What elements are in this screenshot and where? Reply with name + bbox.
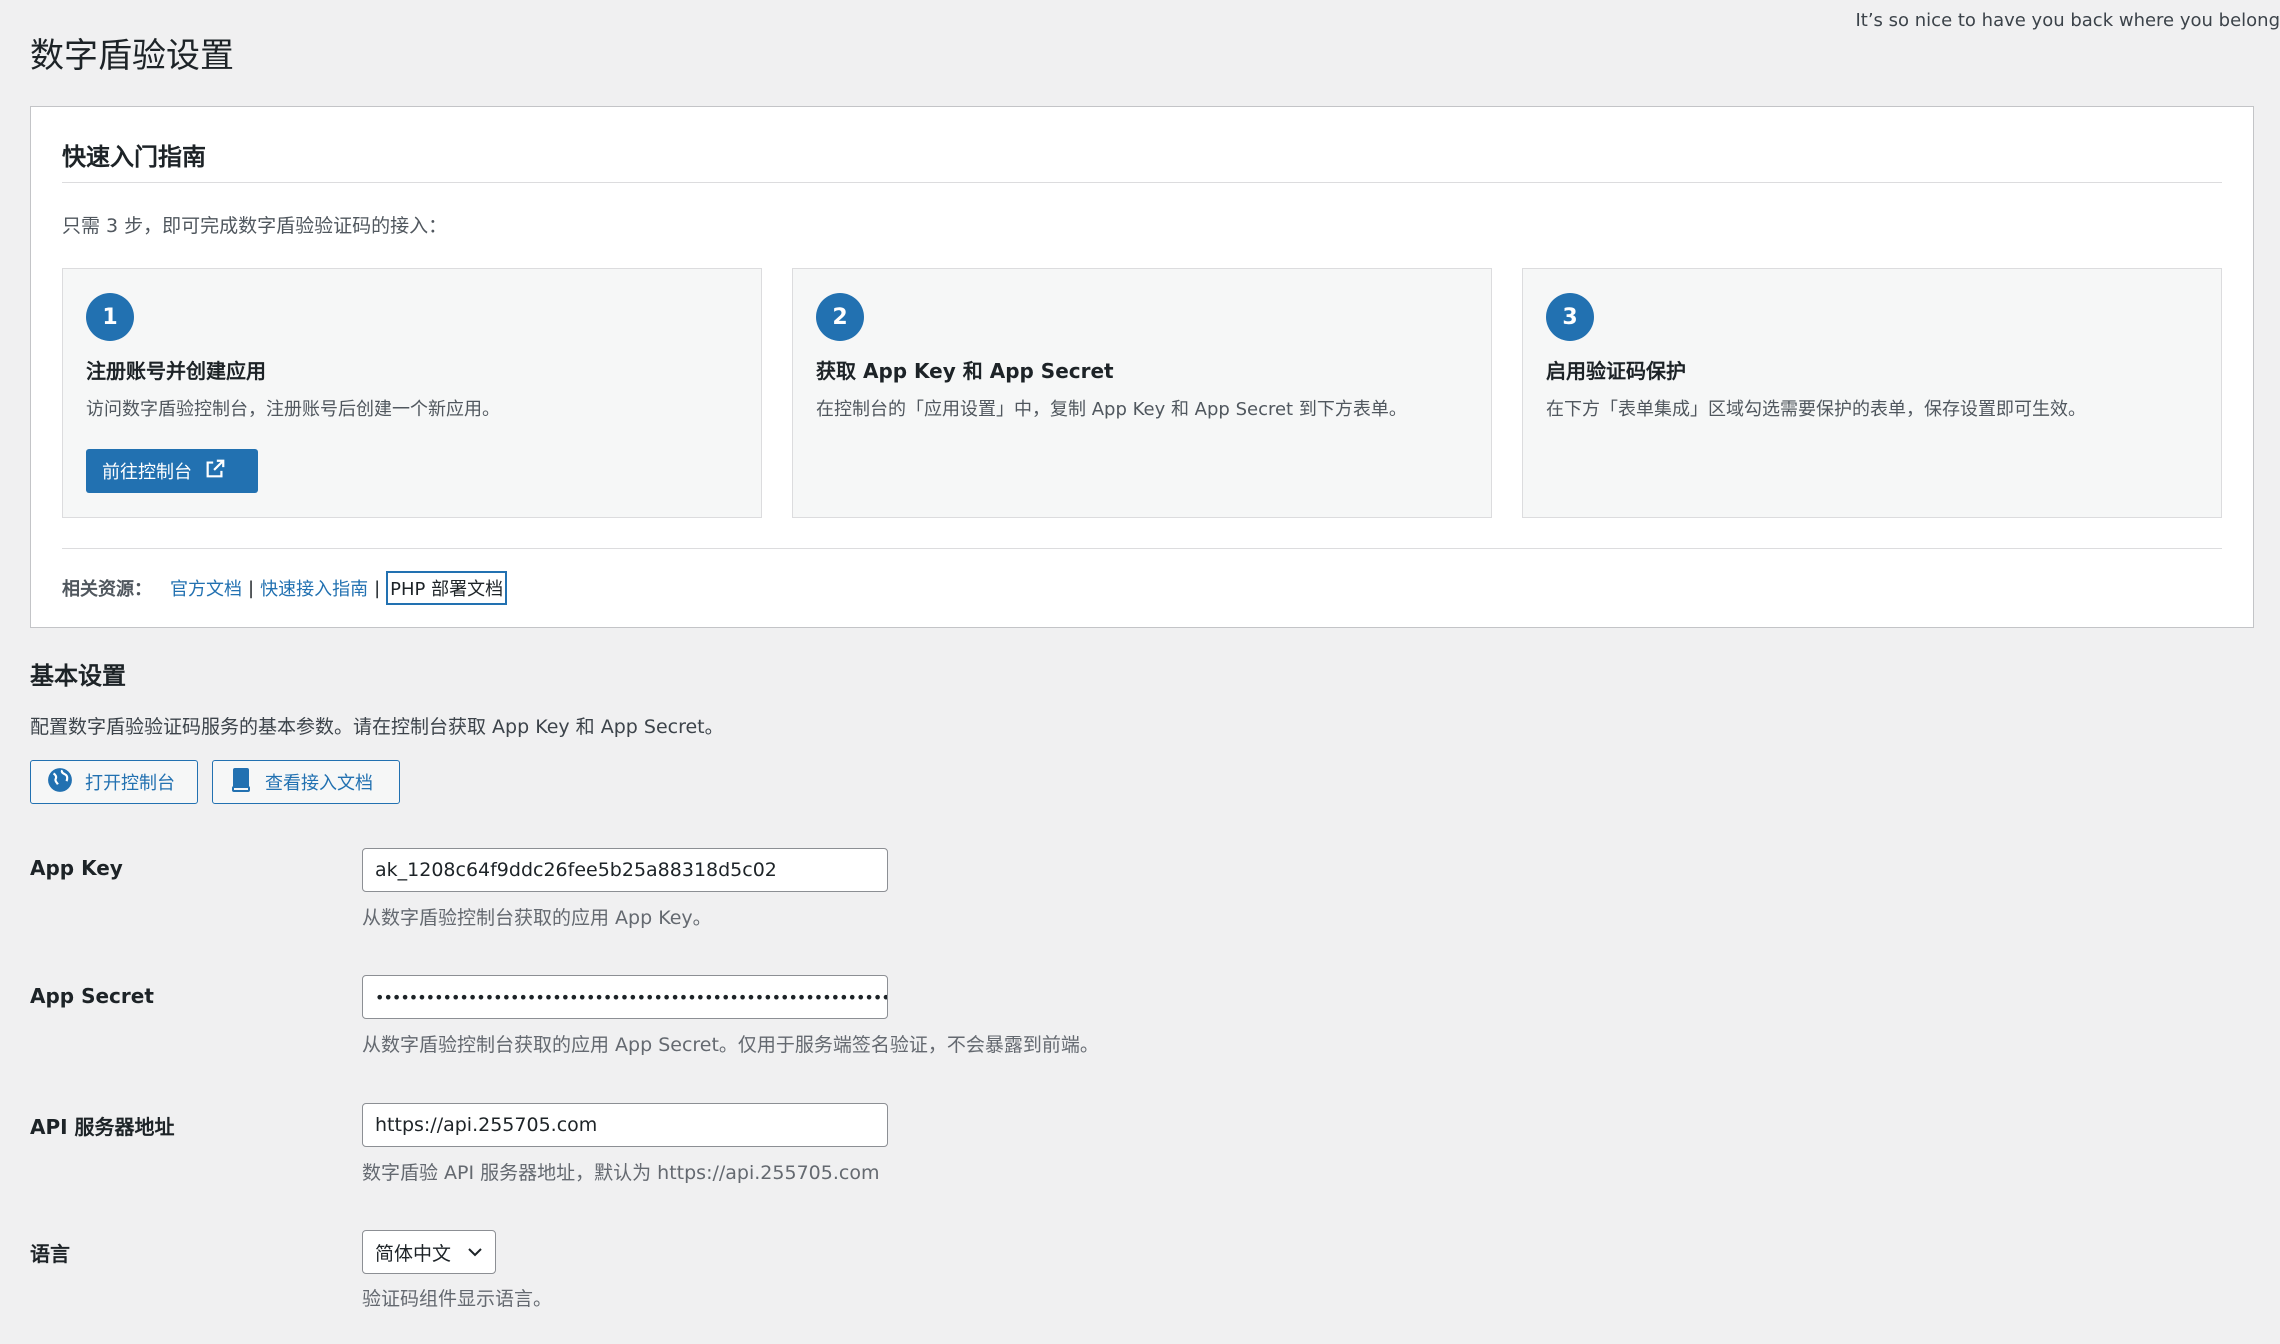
step-card-2: 2 获取 App Key 和 App Secret 在控制台的「应用设置」中，复… <box>792 268 1492 518</box>
chevron-down-icon <box>467 1241 483 1263</box>
api-server-help: 数字盾验 API 服务器地址，默认为 https://api.255705.co… <box>362 1162 880 1184</box>
basic-settings-description: 配置数字盾验验证码服务的基本参数。请在控制台获取 App Key 和 App S… <box>30 716 724 738</box>
step-card-3: 3 启用验证码保护 在下方「表单集成」区域勾选需要保护的表单，保存设置即可生效。 <box>1522 268 2222 518</box>
step-card-1: 1 注册账号并创建应用 访问数字盾验控制台，注册账号后创建一个新应用。 前往控制… <box>62 268 762 518</box>
step-number-badge: 2 <box>816 293 864 341</box>
view-docs-button[interactable]: 查看接入文档 <box>212 760 400 804</box>
language-help: 验证码组件显示语言。 <box>362 1288 553 1310</box>
separator: | <box>374 577 381 599</box>
step-title: 注册账号并创建应用 <box>86 359 266 383</box>
external-link-icon <box>204 458 226 485</box>
step-number-badge: 3 <box>1546 293 1594 341</box>
step-description: 在控制台的「应用设置」中，复制 App Key 和 App Secret 到下方… <box>816 399 1407 420</box>
step-description: 访问数字盾验控制台，注册账号后创建一个新应用。 <box>86 399 500 420</box>
divider <box>62 548 2222 549</box>
app-key-label: App Key <box>30 856 123 880</box>
input-value: ••••••••••••••••••••••••••••••••••••••••… <box>375 987 888 1007</box>
separator: | <box>248 577 255 599</box>
book-icon <box>229 767 253 798</box>
divider <box>62 182 2222 183</box>
basic-settings-title: 基本设置 <box>30 662 126 690</box>
related-resources: 相关资源： 官方文档 | 快速接入指南 | PHP 部署文档 <box>62 571 508 605</box>
app-secret-label: App Secret <box>30 984 154 1008</box>
globe-icon <box>47 767 73 798</box>
app-secret-help: 从数字盾验控制台获取的应用 App Secret。仅用于服务端签名验证，不会暴露… <box>362 1034 1099 1056</box>
step-number-badge: 1 <box>86 293 134 341</box>
input-value: https://api.255705.com <box>375 1114 598 1136</box>
button-label: 前往控制台 <box>102 462 192 483</box>
guide-intro: 只需 3 步，即可完成数字盾验验证码的接入： <box>62 215 448 237</box>
language-label: 语言 <box>30 1242 70 1266</box>
guide-title: 快速入门指南 <box>62 143 206 171</box>
select-value: 简体中文 <box>375 1242 452 1265</box>
quick-guide-link[interactable]: 快速接入指南 <box>260 575 368 601</box>
resources-label: 相关资源： <box>62 579 152 600</box>
open-console-button[interactable]: 打开控制台 <box>30 760 198 804</box>
official-docs-link[interactable]: 官方文档 <box>170 575 242 601</box>
admin-tagline: It’s so nice to have you back where you … <box>1855 10 2280 31</box>
app-key-help: 从数字盾验控制台获取的应用 App Key。 <box>362 907 712 929</box>
quick-start-guide-card: 快速入门指南 只需 3 步，即可完成数字盾验验证码的接入： 1 注册账号并创建应… <box>30 106 2254 628</box>
go-to-console-button[interactable]: 前往控制台 <box>86 449 258 493</box>
step-description: 在下方「表单集成」区域勾选需要保护的表单，保存设置即可生效。 <box>1546 399 2086 420</box>
app-secret-input[interactable]: ••••••••••••••••••••••••••••••••••••••••… <box>362 975 888 1019</box>
app-key-input[interactable]: ak_1208c64f9ddc26fee5b25a88318d5c02 <box>362 848 888 892</box>
page-title: 数字盾验设置 <box>30 36 234 76</box>
input-value: ak_1208c64f9ddc26fee5b25a88318d5c02 <box>375 859 777 881</box>
step-title: 启用验证码保护 <box>1546 359 1686 383</box>
php-deploy-docs-link[interactable]: PHP 部署文档 <box>386 571 508 605</box>
button-label: 查看接入文档 <box>265 773 373 794</box>
api-server-input[interactable]: https://api.255705.com <box>362 1103 888 1147</box>
button-label: 打开控制台 <box>85 773 175 794</box>
step-title: 获取 App Key 和 App Secret <box>816 359 1114 383</box>
api-server-label: API 服务器地址 <box>30 1115 175 1139</box>
language-select[interactable]: 简体中文 <box>362 1230 496 1274</box>
